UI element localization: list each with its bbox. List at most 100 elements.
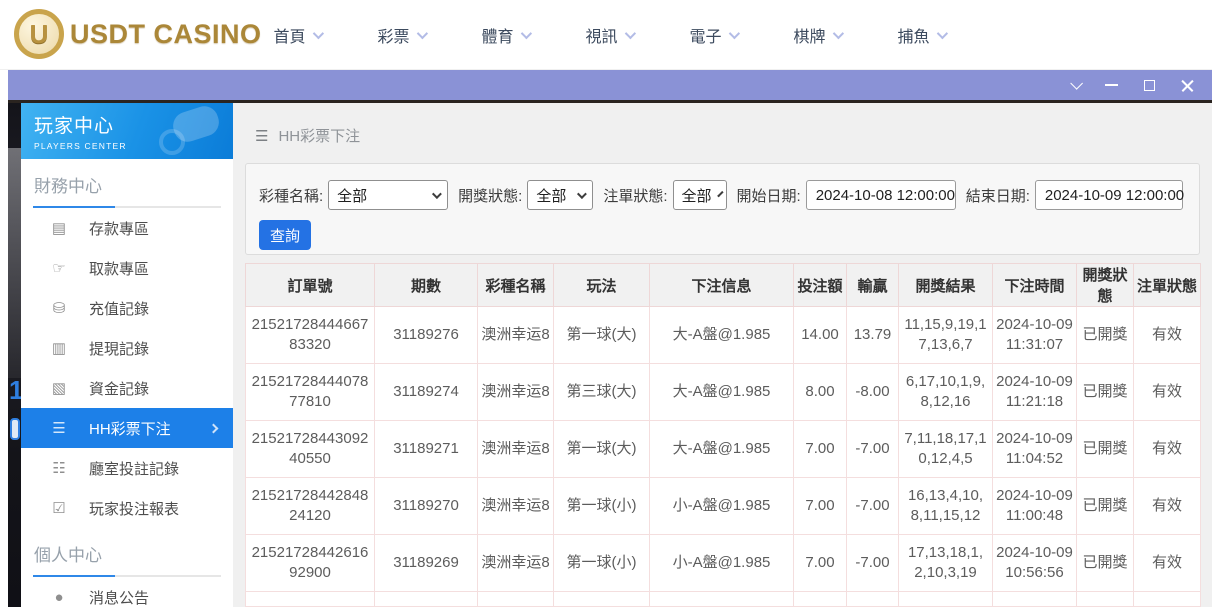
col-lottery-name: 彩種名稱	[478, 264, 554, 307]
nav-item-label: 捕魚	[897, 23, 929, 47]
logo-text: USDT CASINO	[70, 19, 262, 50]
cell-lottery-name: 澳洲幸运8	[478, 535, 554, 592]
search-button[interactable]: 查詢	[259, 220, 311, 250]
sidebar-header: 玩家中心 PLAYERS CENTER	[21, 103, 233, 159]
cell-lottery-name: 澳洲幸运8	[478, 364, 554, 421]
cell-draw-result: 11,15,9,19,17,13,6,7	[899, 307, 993, 364]
main-content: ☰ HH彩票下注 彩種名稱: 全部 開獎狀態: 全部 注單狀態: 全部	[233, 103, 1212, 607]
table-body-partial	[246, 592, 1201, 607]
nav-item[interactable]: 首頁	[245, 0, 349, 70]
sidebar-item-fund-records[interactable]: ▧ 資金記錄	[21, 368, 233, 408]
sidebar-item-label: HH彩票下注	[89, 418, 171, 439]
lottery-name-value: 全部	[337, 185, 367, 206]
cell-bet-info: 小-A盤@1.985	[650, 535, 794, 592]
nav-item[interactable]: 體育	[453, 0, 557, 70]
withdraw-hand-icon: ☞	[49, 259, 69, 277]
nav-item[interactable]: 電子	[661, 0, 765, 70]
window-chevron-down-icon[interactable]	[1070, 77, 1083, 90]
sidebar-item-hall-bet-records[interactable]: ☷ 廳室投註記錄	[21, 448, 233, 488]
nav-item[interactable]: 彩票	[349, 0, 453, 70]
col-order-id: 訂單號	[246, 264, 375, 307]
report-icon: ☑	[49, 499, 69, 517]
page-title: HH彩票下注	[278, 125, 360, 146]
cell-order-id: 2152172844261692900	[246, 535, 375, 592]
cell-period: 31189270	[375, 478, 478, 535]
cell-play-type: 第一球(大)	[554, 307, 650, 364]
cell-win-loss: -7.00	[847, 535, 899, 592]
table-row: 2152172844407877810 31189274 澳洲幸运8 第三球(大…	[246, 364, 1201, 421]
filter-panel: 彩種名稱: 全部 開獎狀態: 全部 注單狀態: 全部 開始日期: 2024-10…	[245, 163, 1200, 255]
sidebar-item-recharge-records[interactable]: ⛁ 充值記錄	[21, 288, 233, 328]
col-order-status: 注單狀態	[1134, 264, 1201, 307]
sidebar-item-label: 資金記錄	[89, 378, 149, 399]
nav-item-label: 棋牌	[793, 23, 825, 47]
nav-item[interactable]: 視訊	[557, 0, 661, 70]
table-row: 2152172844261692900 31189269 澳洲幸运8 第一球(小…	[246, 535, 1201, 592]
cell-lottery-name: 澳洲幸运8	[478, 421, 554, 478]
wallet-icon: ▥	[49, 339, 69, 357]
order-status-value: 全部	[682, 185, 712, 206]
sidebar-item-label: 消息公告	[89, 587, 149, 607]
table-row: 2152172844309240550 31189271 澳洲幸运8 第一球(大…	[246, 421, 1201, 478]
lottery-name-select[interactable]: 全部	[328, 180, 448, 210]
col-bet-info: 下注信息	[650, 264, 794, 307]
sidebar-item-announcements[interactable]: ● 消息公告	[21, 577, 233, 607]
sidebar-item-withdrawal-records[interactable]: ▥ 提現記錄	[21, 328, 233, 368]
sidebar-item-hh-lottery-bets[interactable]: ☰ HH彩票下注	[21, 408, 233, 448]
sidebar-item-player-bet-report[interactable]: ☑ 玩家投注報表	[21, 488, 233, 528]
logo[interactable]: U USDT CASINO	[14, 9, 262, 59]
funds-icon: ▧	[49, 379, 69, 397]
col-win-loss: 輸贏	[847, 264, 899, 307]
hamburger-icon[interactable]: ☰	[255, 127, 268, 145]
hall-records-icon: ☷	[49, 459, 69, 477]
sidebar-item-deposit-zone[interactable]: ▤ 存款專區	[21, 208, 233, 248]
cell-bet-amount: 7.00	[794, 421, 847, 478]
cell-period: 31189269	[375, 535, 478, 592]
chevron-down-icon	[577, 189, 587, 199]
cell-draw-status: 已開獎	[1077, 478, 1134, 535]
cell-period: 31189276	[375, 307, 478, 364]
table-body: 2152172844466783320 31189276 澳洲幸运8 第一球(大…	[246, 307, 1201, 592]
filter-row: 彩種名稱: 全部 開獎狀態: 全部 注單狀態: 全部 開始日期: 2024-10…	[259, 180, 1193, 210]
cell-win-loss: -7.00	[847, 421, 899, 478]
table-row: 2152172844466783320 31189276 澳洲幸运8 第一球(大…	[246, 307, 1201, 364]
nav-item-label: 電子	[689, 23, 721, 47]
cell-period: 31189274	[375, 364, 478, 421]
order-status-select[interactable]: 全部	[673, 180, 727, 210]
col-draw-status: 開獎狀態	[1077, 264, 1134, 307]
cell-draw-result: 7,11,18,17,10,12,4,5	[899, 421, 993, 478]
nav-item[interactable]: 捕魚	[869, 0, 973, 70]
cell-win-loss: -8.00	[847, 364, 899, 421]
announcement-icon: ●	[49, 589, 69, 606]
section-underline	[33, 575, 221, 577]
cell-bet-amount: 7.00	[794, 478, 847, 535]
table-row: 2152172844284824120 31189270 澳洲幸运8 第一球(小…	[246, 478, 1201, 535]
end-date-input[interactable]: 2024-10-09 12:00:00	[1035, 180, 1183, 210]
start-date-input[interactable]: 2024-10-08 12:00:00	[806, 180, 956, 210]
breadcrumb: ☰ HH彩票下注	[255, 125, 360, 146]
cell-bet-info: 大-A盤@1.985	[650, 421, 794, 478]
chevron-down-icon	[717, 190, 723, 196]
cell-win-loss: 13.79	[847, 307, 899, 364]
cell-bet-info: 大-A盤@1.985	[650, 307, 794, 364]
window-maximize-icon[interactable]	[1144, 80, 1155, 91]
nav-item-label: 彩票	[377, 23, 409, 47]
nav-item-label: 首頁	[273, 23, 305, 47]
sidebar-item-withdraw-zone[interactable]: ☞ 取款專區	[21, 248, 233, 288]
sidebar-item-label: 提現記錄	[89, 338, 149, 359]
cell-draw-result: 6,17,10,1,9,8,12,16	[899, 364, 993, 421]
section-underline	[33, 206, 221, 208]
window-minimize-icon[interactable]	[1105, 84, 1118, 86]
cell-order-status: 有效	[1134, 421, 1201, 478]
window-close-icon[interactable]	[1181, 79, 1194, 92]
logo-coin-letter: U	[30, 19, 49, 50]
cell-order-status: 有效	[1134, 364, 1201, 421]
nav-item[interactable]: 棋牌	[765, 0, 869, 70]
draw-status-select[interactable]: 全部	[527, 180, 593, 210]
col-bet-amount: 投注額	[794, 264, 847, 307]
cell-bet-time: 2024-10-09 11:31:07	[993, 307, 1077, 364]
cell-order-id: 2152172844309240550	[246, 421, 375, 478]
col-bet-time: 下注時間	[993, 264, 1077, 307]
chevron-down-icon	[624, 28, 635, 39]
nav-item-label: 體育	[481, 23, 513, 47]
